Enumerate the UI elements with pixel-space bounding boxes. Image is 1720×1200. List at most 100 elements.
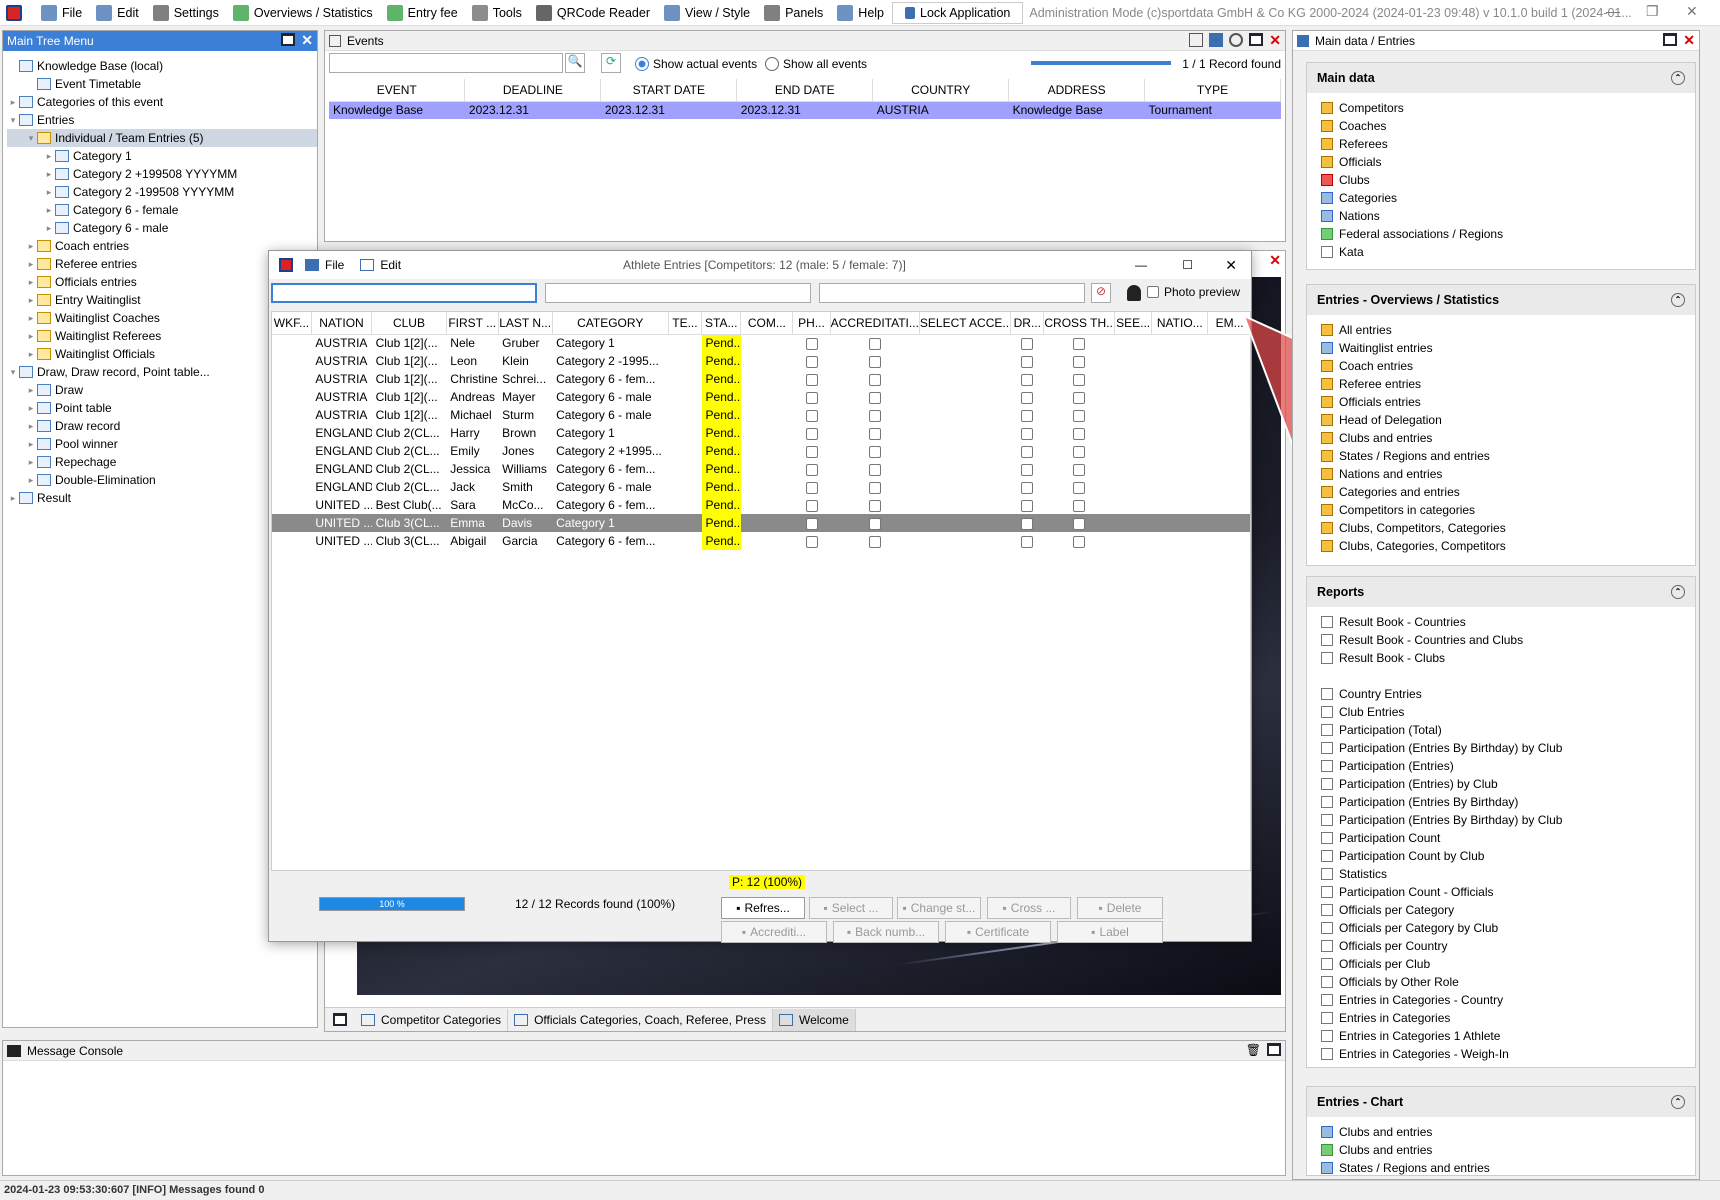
minimize-icon[interactable]: — (1606, 3, 1620, 19)
back-number-button[interactable]: ▪ Back numb... (833, 921, 939, 943)
menu-file[interactable]: File (35, 0, 90, 26)
expand-toggle-icon[interactable]: ▸ (25, 241, 37, 252)
item-coaches[interactable]: Coaches (1307, 117, 1695, 135)
expand-toggle-icon[interactable]: ▾ (7, 115, 19, 126)
accreditation-checkbox[interactable] (868, 355, 881, 368)
athlete-row[interactable]: UNITED ... Best Club(... Sara McCo... Catego… (272, 496, 1250, 514)
close-panel-icon[interactable]: ✕ (1269, 253, 1281, 267)
maximize-panel-icon[interactable] (281, 33, 296, 46)
item-entries-in-categories[interactable]: Entries in Categories (1307, 1009, 1695, 1027)
dialog-file-menu[interactable]: File (325, 258, 344, 272)
folder-icon[interactable] (1209, 33, 1224, 47)
expand-toggle-icon[interactable]: ▾ (25, 133, 37, 144)
show-actual-radio[interactable]: Show actual events (635, 57, 757, 71)
events-search-input[interactable] (329, 53, 563, 73)
photo-checkbox[interactable] (805, 409, 818, 422)
athlete-filter-input-2[interactable] (545, 283, 811, 303)
item-categories[interactable]: Categories (1307, 189, 1695, 207)
maximize-panel-icon[interactable] (1267, 1043, 1281, 1056)
events-col-header[interactable]: TYPE (1144, 79, 1281, 102)
item-participation-entries-by-birthday-by-club[interactable]: Participation (Entries By Birthday) by C… (1307, 811, 1695, 829)
athlete-col-header[interactable]: CROSS TH... (1043, 312, 1115, 335)
tree-node[interactable]: Knowledge Base (local) (7, 57, 317, 75)
photo-checkbox[interactable] (805, 373, 818, 386)
events-row[interactable]: Knowledge Base 2023.12.31 2023.12.31 2023.1… (329, 101, 1281, 119)
athlete-col-header[interactable]: PH... (792, 312, 831, 335)
menu-edit[interactable]: Edit (90, 0, 147, 26)
close-icon[interactable]: ✕ (1225, 257, 1237, 274)
item-competitors-in-categories[interactable]: Competitors in categories (1307, 501, 1695, 519)
maximize-panel-icon[interactable] (333, 1013, 347, 1026)
item-participation-count[interactable]: Participation Count (1307, 829, 1695, 847)
draw-checkbox[interactable] (1021, 355, 1034, 368)
export-icon[interactable] (1189, 33, 1204, 47)
maximize-icon[interactable]: ❐ (1646, 3, 1659, 20)
item-participation-total-[interactable]: Participation (Total) (1307, 721, 1695, 739)
minimize-icon[interactable]: — (1135, 258, 1147, 272)
photo-checkbox[interactable] (805, 445, 818, 458)
photo-checkbox[interactable] (805, 391, 818, 404)
draw-checkbox[interactable] (1021, 409, 1034, 422)
item-clubs[interactable]: Clubs (1307, 171, 1695, 189)
athlete-row[interactable]: AUSTRIA Club 1[2](... Christine Schrei... Ca… (272, 370, 1250, 388)
athlete-col-header[interactable]: DR... (1010, 312, 1045, 335)
refresh-button[interactable]: ▪ Refres... (721, 897, 805, 919)
section-header[interactable]: Main data ⌃ (1307, 63, 1695, 93)
item-participation-entries-by-birthday-[interactable]: Participation (Entries By Birthday) (1307, 793, 1695, 811)
dialog-edit-menu[interactable]: Edit (380, 258, 401, 272)
collapse-icon[interactable]: ⌃ (1671, 1095, 1685, 1109)
tree-node[interactable]: ▸ Category 2 -199508 YYYYMM (7, 183, 317, 201)
collapse-icon[interactable]: ⌃ (1671, 585, 1685, 599)
events-col-header[interactable]: ADDRESS (1008, 79, 1146, 102)
item-club-entries[interactable]: Club Entries (1307, 703, 1695, 721)
close-panel-icon[interactable]: ✕ (301, 33, 313, 47)
maximize-icon[interactable]: ☐ (1182, 258, 1193, 272)
athlete-col-header[interactable]: TE... (668, 312, 703, 335)
expand-toggle-icon[interactable]: ▸ (7, 97, 19, 108)
athlete-row[interactable]: ENGLAND Club 2(CL... Jessica Williams Catego… (272, 460, 1250, 478)
draw-checkbox[interactable] (1021, 517, 1034, 530)
draw-checkbox[interactable] (1021, 535, 1034, 548)
expand-toggle-icon[interactable]: ▸ (43, 169, 55, 180)
item-participation-count-officials[interactable]: Participation Count - Officials (1307, 883, 1695, 901)
item-officials-per-country[interactable]: Officials per Country (1307, 937, 1695, 955)
cross-checkbox[interactable] (1073, 373, 1086, 386)
accreditation-checkbox[interactable] (868, 481, 881, 494)
label-button[interactable]: ▪ Label (1057, 921, 1163, 943)
expand-toggle-icon[interactable]: ▸ (25, 421, 37, 432)
cross-checkbox[interactable] (1073, 535, 1086, 548)
menu-panels[interactable]: Panels (758, 0, 831, 26)
athlete-row[interactable]: AUSTRIA Club 1[2](... Andreas Mayer Category… (272, 388, 1250, 406)
draw-checkbox[interactable] (1021, 445, 1034, 458)
athlete-col-header[interactable]: NATION (311, 312, 373, 335)
close-panel-icon[interactable]: ✕ (1269, 33, 1281, 47)
athlete-col-header[interactable]: SELECT ACCE... (919, 312, 1012, 335)
menu-tools[interactable]: Tools (466, 0, 530, 26)
change-status-button[interactable]: ▪ Change st... (897, 897, 981, 919)
item-result-book-countries[interactable]: Result Book - Countries (1307, 613, 1695, 631)
item-categories-and-entries[interactable]: Categories and entries (1307, 483, 1695, 501)
athlete-col-header[interactable]: COM... (740, 312, 794, 335)
section-header[interactable]: Reports ⌃ (1307, 577, 1695, 607)
expand-toggle-icon[interactable]: ▸ (25, 313, 37, 324)
menu-entry-fee[interactable]: Entry fee (381, 0, 466, 26)
item-all-entries[interactable]: All entries (1307, 321, 1695, 339)
draw-checkbox[interactable] (1021, 427, 1034, 440)
athlete-row[interactable]: ENGLAND Club 2(CL... Emily Jones Category 2 … (272, 442, 1250, 460)
events-col-header[interactable]: EVENT (329, 79, 466, 102)
photo-checkbox[interactable] (805, 499, 818, 512)
item-participation-entries-by-birthday-by-club[interactable]: Participation (Entries By Birthday) by C… (1307, 739, 1695, 757)
expand-toggle-icon[interactable]: ▸ (25, 439, 37, 450)
athlete-row[interactable]: AUSTRIA Club 1[2](... Michael Sturm Category… (272, 406, 1250, 424)
item-referee-entries[interactable]: Referee entries (1307, 375, 1695, 393)
athlete-col-header[interactable]: STA... (701, 312, 742, 335)
item-officials-per-category[interactable]: Officials per Category (1307, 901, 1695, 919)
item-clubs-categories-competitors[interactable]: Clubs, Categories, Competitors (1307, 537, 1695, 555)
athlete-filter-input-1[interactable] (271, 283, 537, 303)
expand-toggle-icon[interactable]: ▸ (25, 331, 37, 342)
athlete-row[interactable]: UNITED ... Club 3(CL... Abigail Garcia Categ… (272, 532, 1250, 550)
cross-button[interactable]: ▪ Cross ... (987, 897, 1071, 919)
cross-checkbox[interactable] (1073, 427, 1086, 440)
collapse-icon[interactable]: ⌃ (1671, 71, 1685, 85)
item-result-book-countries-and-clubs[interactable]: Result Book - Countries and Clubs (1307, 631, 1695, 649)
